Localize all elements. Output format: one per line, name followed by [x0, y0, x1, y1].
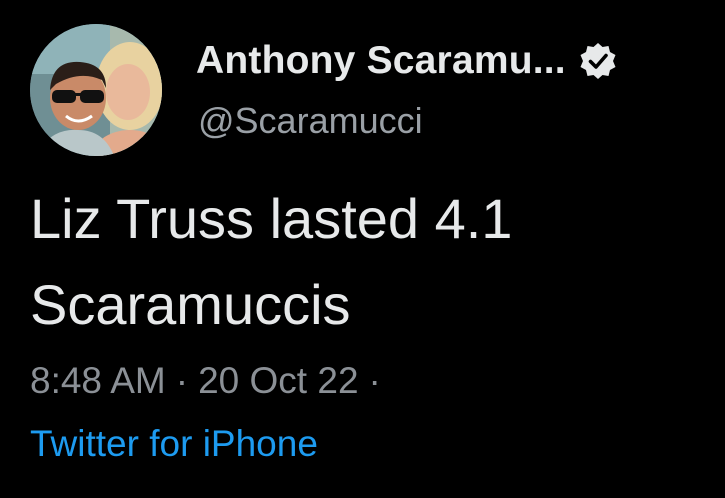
tweet-date[interactable]: 20 Oct 22 — [198, 360, 358, 401]
avatar[interactable] — [30, 24, 162, 156]
tweet-text: Liz Truss lasted 4.1 Scaramuccis — [30, 187, 513, 336]
meta-separator: · — [175, 360, 189, 402]
tweet-card: Anthony Scaramu... @Scaramucci Liz Truss… — [0, 0, 725, 498]
tweet-time[interactable]: 8:48 AM — [30, 360, 166, 401]
author-handle[interactable]: @Scaramucci — [198, 100, 423, 142]
author-display-name[interactable]: Anthony Scaramu... — [196, 39, 566, 83]
verified-badge-icon — [578, 41, 618, 81]
avatar-photo — [30, 24, 162, 156]
tweet-metadata: 8:48 AM · 20 Oct 22 · — [30, 358, 391, 402]
author-name-row: Anthony Scaramu... — [196, 36, 618, 86]
meta-separator-trailing: · — [368, 360, 381, 402]
tweet-source-link[interactable]: Twitter for iPhone — [30, 423, 318, 465]
